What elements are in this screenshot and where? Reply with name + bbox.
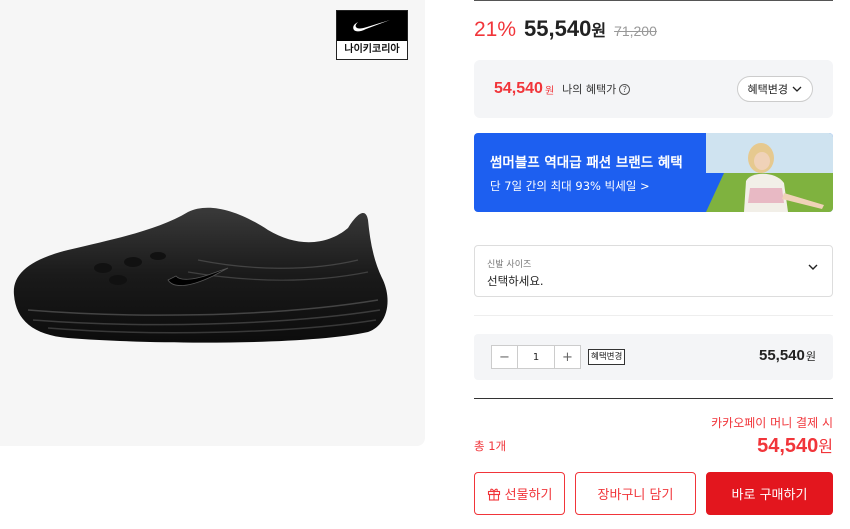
clog-shoe-image [13, 207, 388, 343]
quantity-stepper: − 1 + [491, 345, 581, 369]
banner-subtitle: 단 7일 간의 최대 93% 빅세일 > [490, 179, 650, 193]
benefit-label: 나의 혜택가 [562, 83, 617, 96]
size-select[interactable]: 신발 사이즈 선택하세요. [474, 245, 833, 297]
info-icon[interactable]: ? [619, 83, 631, 95]
banner-title: 썸머블프 역대급 패션 브랜드 혜택 [490, 155, 683, 171]
benefit-price: 54,540 [494, 80, 543, 97]
total-price: 54,540원 [757, 433, 833, 458]
total-count: 총 1개 [474, 439, 507, 453]
benefit-price-box: 54,540 원 나의 혜택가 ? 혜택변경 [474, 60, 833, 118]
option-price: 55,540원 [759, 347, 816, 364]
size-select-value: 선택하세요. [487, 274, 544, 288]
option-price-value: 55,540 [758, 347, 805, 364]
total-divider [474, 398, 833, 399]
benefit-change-label: 혜택변경 [747, 83, 788, 96]
quantity-value[interactable]: 1 [517, 346, 555, 368]
brand-name: 나이키코리아 [344, 44, 400, 55]
quantity-minus-button[interactable]: − [492, 346, 517, 368]
size-select-label: 신발 사이즈 [487, 260, 532, 270]
price-row: 21% 55,540 원 71,200 [474, 16, 657, 46]
original-price: 71,200 [614, 23, 657, 39]
gift-button-label: 선물하기 [504, 488, 553, 503]
product-image-panel: 나이키코리아 [0, 0, 425, 446]
brand-badge[interactable]: 나이키코리아 [336, 10, 408, 60]
option-price-won: 원 [805, 351, 816, 363]
quantity-box: − 1 + 혜택변경 55,540원 [474, 334, 833, 380]
nike-swoosh-icon [337, 11, 407, 41]
discount-rate: 21% [474, 18, 517, 41]
benefit-change-button[interactable]: 혜택변경 [736, 76, 813, 102]
gift-icon [487, 488, 500, 501]
option-benefit-change-button[interactable]: 혜택변경 [588, 349, 626, 365]
section-divider [474, 315, 833, 316]
buy-now-button[interactable]: 바로 구매하기 [706, 472, 833, 515]
promo-banner[interactable]: 썸머블프 역대급 패션 브랜드 혜택 단 7일 간의 최대 93% 빅세일 > [474, 133, 833, 212]
top-divider [474, 0, 833, 1]
chevron-down-icon [808, 264, 818, 270]
cart-button-label: 장바구니 담기 [597, 488, 674, 503]
benefit-price-won: 원 [544, 85, 555, 97]
total-price-value: 54,540 [757, 435, 819, 457]
add-to-cart-button[interactable]: 장바구니 담기 [575, 472, 696, 515]
sale-price-won: 원 [591, 21, 607, 40]
quantity-plus-button[interactable]: + [555, 346, 580, 368]
gift-button[interactable]: 선물하기 [474, 472, 565, 515]
kakao-pay-label: 카카오페이 머니 결제 시 [711, 416, 833, 430]
sale-price: 55,540 [524, 16, 592, 41]
banner-model-image [706, 133, 833, 212]
total-price-won: 원 [818, 439, 833, 456]
chevron-down-icon [792, 86, 802, 92]
buy-button-label: 바로 구매하기 [731, 488, 808, 503]
